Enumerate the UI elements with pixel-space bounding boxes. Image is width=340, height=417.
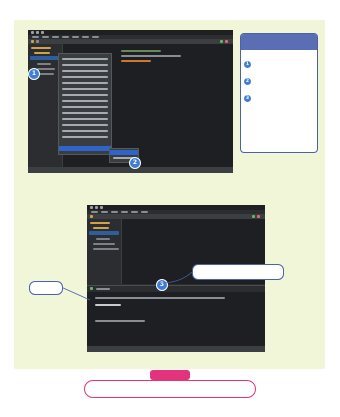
- context-menu-item[interactable]: [62, 94, 108, 96]
- window-minimize-icon[interactable]: [36, 31, 39, 34]
- page-intro-text: [30, 5, 320, 14]
- run-step: 3: [244, 88, 314, 102]
- menu-item[interactable]: [141, 211, 148, 213]
- code-line: [121, 55, 181, 57]
- project-tree-pane: [87, 219, 122, 284]
- menu-item[interactable]: [101, 211, 108, 213]
- side-callout-label: [29, 281, 63, 295]
- context-menu-item[interactable]: [62, 70, 108, 72]
- console-exit-line: [95, 320, 145, 322]
- folder-icon[interactable]: [31, 40, 34, 43]
- info-note-body: [84, 380, 256, 398]
- context-menu-item[interactable]: [62, 106, 108, 108]
- menu-item[interactable]: [82, 36, 89, 38]
- run-menu-item[interactable]: [110, 150, 138, 155]
- tree-row-selected[interactable]: [89, 231, 119, 235]
- step-number-badge: 3: [244, 95, 251, 102]
- context-menu-item[interactable]: [62, 100, 108, 102]
- menu-item[interactable]: [62, 36, 69, 38]
- tree-row-folder[interactable]: [93, 227, 109, 229]
- context-menu-item[interactable]: [62, 118, 108, 120]
- console-command-line: [95, 297, 225, 299]
- step-number-badge: 2: [244, 78, 251, 85]
- context-menu-item[interactable]: [62, 112, 108, 114]
- context-menu-item[interactable]: [62, 82, 108, 84]
- ide-screenshot-context-menu: [28, 30, 233, 173]
- stop-icon[interactable]: [257, 215, 260, 218]
- menu-item[interactable]: [92, 36, 99, 38]
- console-output-line: [95, 304, 121, 306]
- context-menu-item[interactable]: [62, 130, 108, 132]
- context-menu-item[interactable]: [62, 136, 108, 138]
- tree-row-folder[interactable]: [34, 52, 50, 54]
- tree-row-file[interactable]: [96, 238, 110, 240]
- step-2-badge: 2: [129, 157, 141, 169]
- play-icon[interactable]: [252, 215, 255, 218]
- window-minimize-icon[interactable]: [95, 206, 98, 209]
- save-icon[interactable]: [36, 40, 39, 43]
- window-close-icon[interactable]: [90, 206, 93, 209]
- tree-row-file[interactable]: [93, 248, 119, 250]
- window-maximize-icon[interactable]: [41, 31, 44, 34]
- status-bar: [28, 167, 233, 173]
- run-panel-header: [87, 286, 265, 292]
- menu-item[interactable]: [72, 36, 79, 38]
- menu-item[interactable]: [91, 211, 98, 213]
- menu-item[interactable]: [131, 211, 138, 213]
- run-steps-title: [241, 34, 317, 50]
- context-menu-item[interactable]: [62, 76, 108, 78]
- context-menu-item[interactable]: [62, 64, 108, 66]
- code-line: [121, 50, 161, 52]
- run-steps-list: 1 2 3: [244, 54, 314, 149]
- context-menu-item-highlighted[interactable]: [59, 146, 111, 151]
- context-menu-item[interactable]: [62, 88, 108, 90]
- output-callout: [192, 264, 284, 280]
- run-tab[interactable]: [96, 288, 110, 290]
- context-menu-item[interactable]: [62, 124, 108, 126]
- window-close-icon[interactable]: [31, 31, 34, 34]
- tree-row-selected[interactable]: [30, 56, 60, 60]
- run-steps-callout: 1 2 3: [240, 33, 318, 153]
- menu-item[interactable]: [52, 36, 59, 38]
- play-icon[interactable]: [90, 287, 93, 290]
- tree-row-file[interactable]: [37, 63, 51, 65]
- run-step: 1: [244, 54, 314, 68]
- menu-item[interactable]: [42, 36, 49, 38]
- info-note: [84, 370, 256, 398]
- folder-icon[interactable]: [90, 215, 93, 218]
- tree-row-folder[interactable]: [90, 222, 110, 224]
- stop-icon[interactable]: [225, 40, 228, 43]
- step-number-badge: 1: [244, 61, 251, 68]
- run-output-panel: [87, 285, 265, 346]
- tree-row-file[interactable]: [37, 68, 55, 70]
- menu-item[interactable]: [121, 211, 128, 213]
- window-maximize-icon[interactable]: [100, 206, 103, 209]
- tree-row-folder[interactable]: [31, 47, 51, 49]
- code-line: [121, 60, 151, 62]
- run-step: 2: [244, 71, 314, 85]
- step-3-badge: 3: [156, 279, 168, 291]
- menu-item[interactable]: [111, 211, 118, 213]
- play-icon[interactable]: [220, 40, 223, 43]
- step-1-badge: 1: [28, 68, 40, 80]
- menu-item[interactable]: [32, 36, 39, 38]
- context-menu: [58, 53, 112, 155]
- context-menu-item[interactable]: [62, 58, 108, 60]
- info-note-title: [150, 370, 190, 380]
- status-bar: [87, 346, 265, 352]
- tree-row-file[interactable]: [93, 243, 115, 245]
